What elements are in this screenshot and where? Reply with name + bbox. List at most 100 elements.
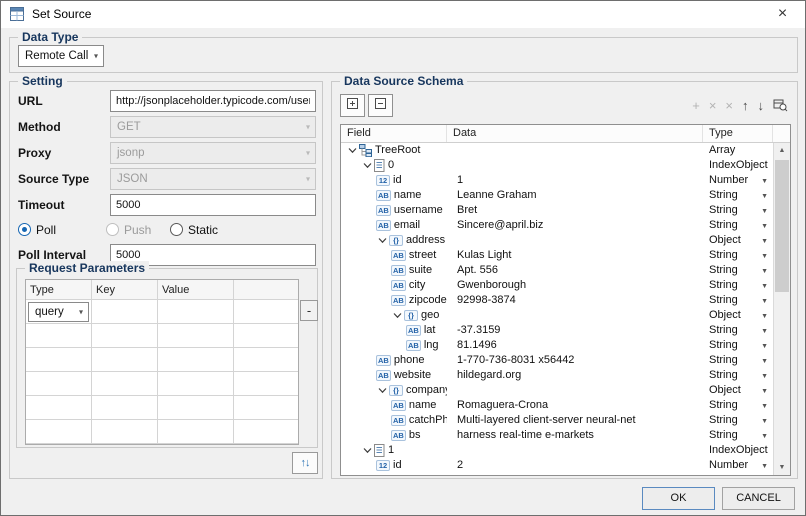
field-type[interactable]: String▼ xyxy=(703,218,773,233)
url-input[interactable] xyxy=(110,90,316,112)
ok-button[interactable]: OK xyxy=(642,487,715,510)
field-data[interactable] xyxy=(447,308,703,323)
field-data[interactable] xyxy=(447,143,703,158)
type-dropdown-icon[interactable]: ▼ xyxy=(761,279,768,294)
scrollbar-thumb[interactable] xyxy=(775,160,789,292)
add-field-icon[interactable]: + xyxy=(692,99,700,112)
field-data[interactable]: 1 xyxy=(447,173,703,188)
field-data[interactable]: 2 xyxy=(447,458,703,473)
field-data[interactable]: Sincere@april.biz xyxy=(447,218,703,233)
param-key-cell[interactable] xyxy=(92,300,158,324)
data-type-select[interactable]: Remote Call ▾ xyxy=(18,45,104,67)
delete-all-icon[interactable]: × xyxy=(725,99,733,112)
expand-all-button[interactable] xyxy=(340,94,365,117)
type-dropdown-icon[interactable]: ▼ xyxy=(761,384,768,399)
scroll-down-icon[interactable]: ▼ xyxy=(774,460,790,475)
type-dropdown-icon[interactable]: ▼ xyxy=(761,474,768,475)
field-type[interactable]: String▼ xyxy=(703,263,773,278)
tree-row[interactable]: {}companyObject▼ xyxy=(341,383,773,398)
field-type[interactable]: String▼ xyxy=(703,203,773,218)
push-radio[interactable]: Push xyxy=(106,222,151,237)
chevron-down-icon[interactable] xyxy=(346,144,359,157)
chevron-down-icon[interactable] xyxy=(376,234,389,247)
field-data[interactable]: 81.1496 xyxy=(447,338,703,353)
type-dropdown-icon[interactable]: ▼ xyxy=(761,369,768,384)
field-data[interactable]: 92998-3874 xyxy=(447,293,703,308)
type-dropdown-icon[interactable]: ▼ xyxy=(761,459,768,474)
tree-row[interactable]: ABsuiteApt. 556String▼ xyxy=(341,263,773,278)
tree-row[interactable]: 0IndexObject xyxy=(341,158,773,173)
field-type[interactable]: IndexObject xyxy=(703,443,773,458)
remove-parameter-button[interactable]: - xyxy=(300,300,318,321)
type-dropdown-icon[interactable]: ▼ xyxy=(761,249,768,264)
field-type[interactable]: Number▼ xyxy=(703,458,773,473)
tree-row[interactable]: {}addressObject▼ xyxy=(341,233,773,248)
field-data[interactable]: Kulas Light xyxy=(447,248,703,263)
tree-row[interactable]: 12id1Number▼ xyxy=(341,173,773,188)
type-dropdown-icon[interactable]: ▼ xyxy=(761,174,768,189)
type-dropdown-icon[interactable]: ▼ xyxy=(761,324,768,339)
tree-row[interactable]: {}geoObject▼ xyxy=(341,308,773,323)
field-data[interactable]: Multi-layered client-server neural-net xyxy=(447,413,703,428)
poll-radio[interactable]: Poll xyxy=(18,222,56,237)
field-type[interactable]: String▼ xyxy=(703,278,773,293)
field-type[interactable]: String▼ xyxy=(703,413,773,428)
field-type[interactable]: String▼ xyxy=(703,398,773,413)
param-type-select[interactable]: query ▾ xyxy=(28,302,89,322)
type-dropdown-icon[interactable]: ▼ xyxy=(761,294,768,309)
tree-row[interactable]: ABnameErvin HowellString▼ xyxy=(341,473,773,475)
move-up-icon[interactable]: ↑ xyxy=(742,99,749,112)
type-dropdown-icon[interactable]: ▼ xyxy=(761,189,768,204)
tree-row[interactable]: ABstreetKulas LightString▼ xyxy=(341,248,773,263)
tree-row[interactable]: 1IndexObject xyxy=(341,443,773,458)
field-type[interactable]: String▼ xyxy=(703,473,773,475)
tree-row[interactable]: ABcityGwenboroughString▼ xyxy=(341,278,773,293)
type-dropdown-icon[interactable]: ▼ xyxy=(761,264,768,279)
delete-field-icon[interactable]: × xyxy=(709,99,717,112)
field-data[interactable]: Bret xyxy=(447,203,703,218)
chevron-down-icon[interactable] xyxy=(361,444,374,457)
field-type[interactable]: Object▼ xyxy=(703,308,773,323)
tree-row[interactable]: ABemailSincere@april.bizString▼ xyxy=(341,218,773,233)
field-data[interactable] xyxy=(447,233,703,248)
method-select[interactable]: GET ▾ xyxy=(110,116,316,138)
tree-row[interactable]: ABcatchPhraseMulti-layered client-server… xyxy=(341,413,773,428)
chevron-down-icon[interactable] xyxy=(376,384,389,397)
type-dropdown-icon[interactable]: ▼ xyxy=(761,339,768,354)
tree-row[interactable]: ABphone1-770-736-8031 x56442String▼ xyxy=(341,353,773,368)
param-value-cell[interactable] xyxy=(158,300,234,324)
type-dropdown-icon[interactable]: ▼ xyxy=(761,399,768,414)
tree-row[interactable]: ABlat-37.3159String▼ xyxy=(341,323,773,338)
field-type[interactable]: IndexObject xyxy=(703,158,773,173)
source-type-select[interactable]: JSON ▾ xyxy=(110,168,316,190)
field-data[interactable] xyxy=(447,443,703,458)
tree-row[interactable]: ABlng81.1496String▼ xyxy=(341,338,773,353)
field-data[interactable]: Gwenborough xyxy=(447,278,703,293)
field-data[interactable]: -37.3159 xyxy=(447,323,703,338)
field-type[interactable]: String▼ xyxy=(703,248,773,263)
field-data[interactable] xyxy=(447,158,703,173)
field-data[interactable]: 1-770-736-8031 x56442 xyxy=(447,353,703,368)
type-dropdown-icon[interactable]: ▼ xyxy=(761,309,768,324)
field-data[interactable]: Romaguera-Crona xyxy=(447,398,703,413)
tree-row[interactable]: ABusernameBretString▼ xyxy=(341,203,773,218)
field-type[interactable]: String▼ xyxy=(703,188,773,203)
field-data[interactable]: harness real-time e-markets xyxy=(447,428,703,443)
move-down-icon[interactable]: ↓ xyxy=(758,99,765,112)
field-type[interactable]: Object▼ xyxy=(703,383,773,398)
type-dropdown-icon[interactable]: ▼ xyxy=(761,234,768,249)
preview-icon[interactable] xyxy=(773,98,788,114)
tree-row[interactable]: ABzipcode92998-3874String▼ xyxy=(341,293,773,308)
tree-row[interactable]: ABbsharness real-time e-marketsString▼ xyxy=(341,428,773,443)
cancel-button[interactable]: CANCEL xyxy=(722,487,795,510)
type-dropdown-icon[interactable]: ▼ xyxy=(761,414,768,429)
reorder-button[interactable]: ↑↓ xyxy=(292,452,318,474)
collapse-all-button[interactable] xyxy=(368,94,393,117)
tree-row[interactable]: 12id2Number▼ xyxy=(341,458,773,473)
static-radio[interactable]: Static xyxy=(170,222,218,237)
type-dropdown-icon[interactable]: ▼ xyxy=(761,204,768,219)
field-type[interactable]: Number▼ xyxy=(703,173,773,188)
field-data[interactable]: Apt. 556 xyxy=(447,263,703,278)
field-type[interactable]: String▼ xyxy=(703,323,773,338)
field-type[interactable]: Object▼ xyxy=(703,233,773,248)
